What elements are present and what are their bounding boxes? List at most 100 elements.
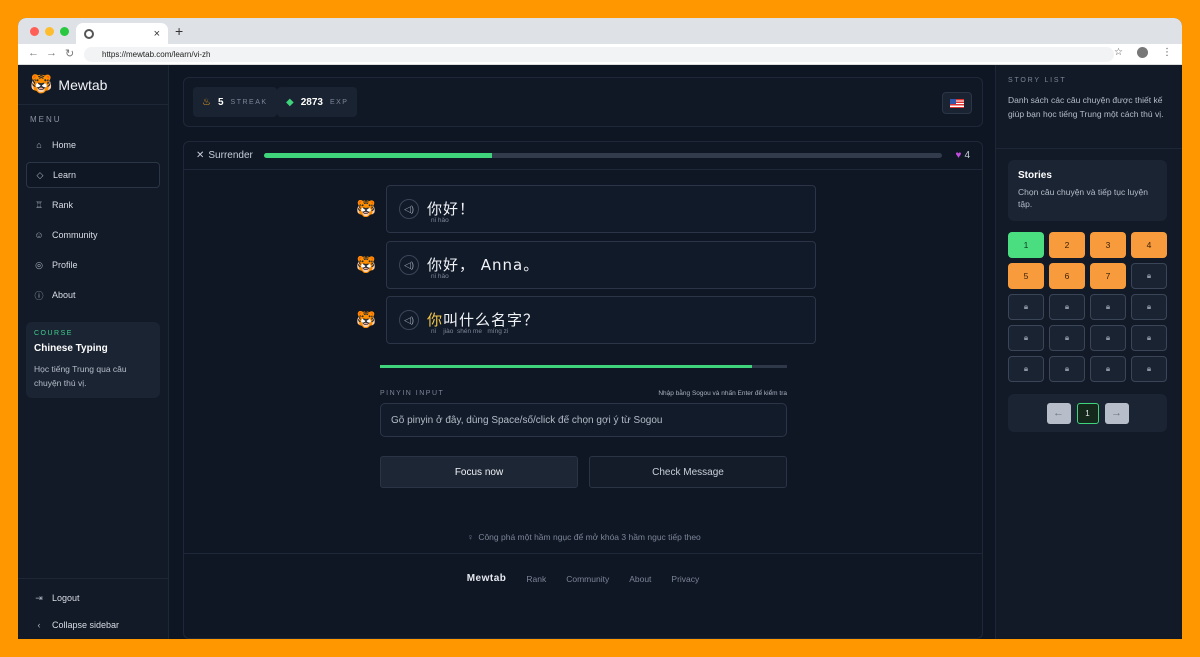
story-cell-locked[interactable]: 🔒︎ (1049, 356, 1085, 382)
story-cell[interactable]: 4 (1131, 232, 1167, 258)
forward-icon[interactable]: → (46, 47, 57, 59)
speaker-icon[interactable]: ◁) (399, 255, 419, 275)
story-list-label: STORY LIST (1008, 77, 1067, 84)
close-window-dot[interactable] (30, 27, 39, 36)
footer-link-about[interactable]: About (629, 574, 651, 584)
user-icon: ◎ (35, 259, 43, 270)
check-message-button[interactable]: Check Message (589, 456, 787, 488)
surrender-button[interactable]: ✕ Surrender (196, 150, 253, 161)
story-cell-locked[interactable]: 🔒︎ (1090, 325, 1126, 351)
logout-icon: ⇥ (35, 592, 43, 603)
story-list-header: STORY LIST Danh sách các câu chuyện được… (996, 65, 1182, 149)
story-cell-locked[interactable]: 🔒︎ (1049, 294, 1085, 320)
story-cell[interactable]: 6 (1049, 263, 1085, 289)
typed-hanzi: 你 (427, 311, 444, 329)
lock-icon: 🔒︎ (1023, 333, 1029, 342)
prev-page-button[interactable]: ← (1046, 402, 1071, 424)
speaker-icon[interactable]: ◁) (399, 199, 419, 219)
pinyin-input[interactable] (380, 403, 787, 437)
story-cell-locked[interactable]: 🔒︎ (1131, 263, 1167, 289)
sidebar: 🐯 Mewtab MENU ⌂ Home ◇ Learn ♖ Rank ☺ Community… (18, 65, 169, 639)
stories-card: Stories Chọn câu chuyện và tiếp tục luyệ… (1008, 160, 1167, 221)
more-menu-icon[interactable]: ⋮ (1162, 47, 1172, 58)
profile-icon[interactable] (1137, 47, 1148, 58)
unlock-tip: ♀ Công phá một hầm ngục để mở khóa 3 hầm… (184, 532, 984, 542)
message-pinyin: nǐ jiào shén me míng zi (431, 328, 509, 335)
course-tag: COURSE (34, 330, 73, 337)
story-pager: ← 1 → (1008, 394, 1167, 432)
sidebar-item-community[interactable]: ☺ Community (26, 222, 160, 248)
reload-icon[interactable]: ↻ (65, 47, 74, 60)
lock-icon: 🔒︎ (1105, 364, 1111, 373)
story-cell-locked[interactable]: 🔒︎ (1131, 294, 1167, 320)
next-page-button[interactable]: → (1104, 402, 1129, 424)
story-cell-locked[interactable]: 🔒︎ (1008, 325, 1044, 351)
streak-stat: ♨ 5 STREAK (193, 87, 277, 117)
message-hanzi: 你好！ (427, 200, 476, 218)
maximize-window-dot[interactable] (60, 27, 69, 36)
story-cell[interactable]: 3 (1090, 232, 1126, 258)
focus-now-button[interactable]: Focus now (380, 456, 578, 488)
sidebar-item-about[interactable]: ⓘ About (26, 282, 160, 308)
story-cell[interactable]: 2 (1049, 232, 1085, 258)
streak-label: STREAK (230, 98, 268, 106)
collapse-sidebar-button[interactable]: ‹ Collapse sidebar (26, 612, 160, 638)
story-cell[interactable]: 1 (1008, 232, 1044, 258)
users-icon: ☺ (34, 230, 44, 240)
story-cell[interactable]: 7 (1090, 263, 1126, 289)
tiger-logo-icon: 🐯 (30, 74, 53, 94)
message-pinyin: nǐ hǎo (431, 273, 449, 280)
message-bubble: ◁) 你好， Anna。 nǐ hǎo (386, 241, 816, 289)
footer-link-community[interactable]: Community (566, 574, 609, 584)
streak-value: 5 (217, 96, 224, 108)
story-cell-locked[interactable]: 🔒︎ (1008, 294, 1044, 320)
sidebar-item-label: Profile (52, 260, 78, 270)
logout-button[interactable]: ⇥ Logout (26, 585, 160, 611)
sidebar-item-home[interactable]: ⌂ Home (26, 132, 160, 158)
sidebar-item-profile[interactable]: ◎ Profile (26, 252, 160, 278)
fire-icon: ♨ (202, 96, 211, 108)
footer-brand[interactable]: Mewtab (467, 573, 507, 584)
story-cell[interactable]: 5 (1008, 263, 1044, 289)
story-cell-locked[interactable]: 🔒︎ (1090, 356, 1126, 382)
home-icon: ⌂ (36, 140, 42, 150)
story-cell-locked[interactable]: 🔒︎ (1090, 294, 1126, 320)
answer-progress-fill (380, 365, 753, 368)
collapse-label: Collapse sidebar (52, 620, 120, 630)
footer-link-rank[interactable]: Rank (526, 574, 546, 584)
lock-icon: 🔒︎ (1064, 302, 1070, 311)
story-cell-locked[interactable]: 🔒︎ (1049, 325, 1085, 351)
logout-label: Logout (52, 593, 80, 603)
course-card[interactable]: COURSE Chinese Typing Học tiếng Trung qu… (26, 322, 160, 398)
sidebar-bottom: ⇥ Logout ‹ Collapse sidebar (18, 578, 168, 639)
lock-icon: 🔒︎ (1105, 302, 1111, 311)
story-cell-locked[interactable]: 🔒︎ (1008, 356, 1044, 382)
browser-tab[interactable]: × (76, 23, 168, 44)
lesson-progress-fill (264, 153, 492, 158)
story-cell-locked[interactable]: 🔒︎ (1131, 325, 1167, 351)
current-page[interactable]: 1 (1076, 402, 1099, 424)
stories-desc: Chọn câu chuyện và tiếp tục luyện tập. (1018, 187, 1148, 209)
minimize-window-dot[interactable] (45, 27, 54, 36)
speaker-icon[interactable]: ◁) (399, 310, 419, 330)
tab-close-icon[interactable]: × (154, 28, 160, 40)
sidebar-item-learn[interactable]: ◇ Learn (26, 162, 160, 188)
message-bubble: ◁) 你好！ nǐ hǎo (386, 185, 816, 233)
main-area: ♨ 5 STREAK ◆ 2873 EXP ✕ Surrender ♥ 4 🐯 … (169, 65, 995, 639)
back-icon[interactable]: ← (28, 47, 39, 59)
lock-icon: 🔒︎ (1146, 364, 1152, 373)
message-row-current: 🐯 ◁) 你叫什么名字？ nǐ jiào shén me míng zi (356, 296, 816, 344)
sidebar-item-rank[interactable]: ♖ Rank (26, 192, 160, 218)
story-cell-locked[interactable]: 🔒︎ (1131, 356, 1167, 382)
brand[interactable]: 🐯 Mewtab (18, 65, 168, 105)
lesson-progress-bar (264, 153, 942, 158)
footer-link-privacy[interactable]: Privacy (671, 574, 699, 584)
url-field[interactable]: https://mewtab.com/learn/vi-zh (84, 47, 1114, 62)
language-flag-button[interactable] (942, 92, 972, 114)
bookmark-star-icon[interactable]: ☆ (1114, 47, 1123, 58)
book-icon: ◇ (36, 169, 44, 180)
browser-tabbar: × + (18, 18, 1182, 44)
new-tab-button[interactable]: + (175, 23, 183, 39)
lock-icon: 🔒︎ (1146, 302, 1152, 311)
sidebar-item-label: Rank (52, 200, 74, 210)
